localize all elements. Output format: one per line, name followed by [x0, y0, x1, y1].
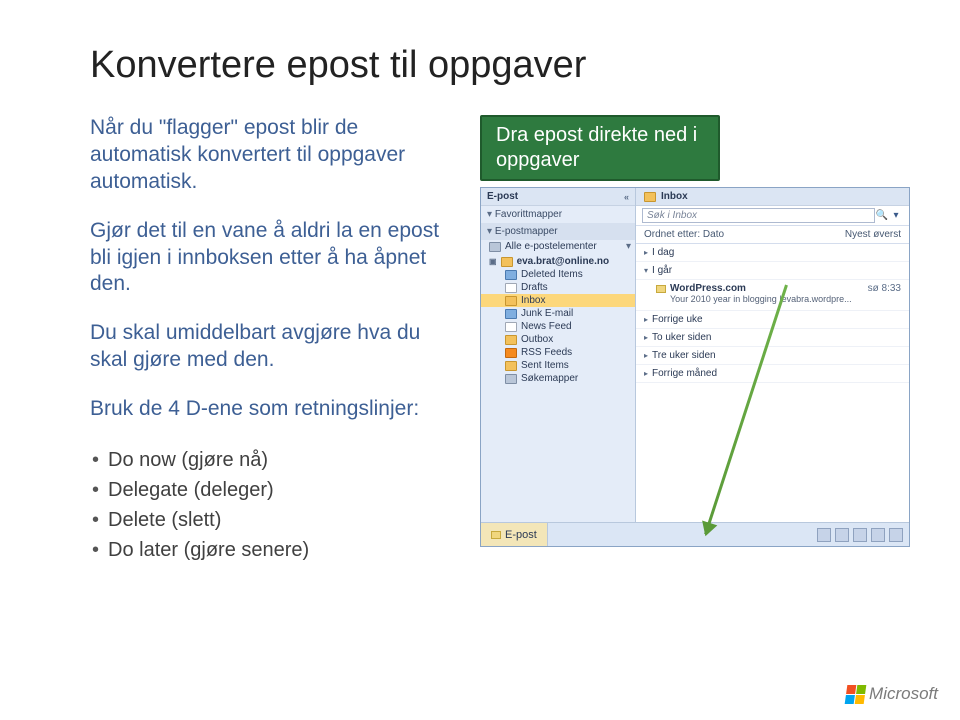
- paragraph-2: Gjør det til en vane å aldri la en epost…: [90, 218, 450, 299]
- outlook-message-list: Inbox Søk i Inbox 🔍 ▾ Ordnet etter: Dato…: [636, 188, 909, 522]
- slide-title: Konvertere epost til oppgaver: [90, 44, 910, 87]
- folder-icon: [501, 257, 513, 267]
- group-last-month[interactable]: ▸Forrige måned: [636, 365, 909, 383]
- footer-nav-icon[interactable]: [853, 528, 867, 542]
- group-yesterday[interactable]: ▾I går: [636, 262, 909, 280]
- paragraph-3: Du skal umiddelbart avgjøre hva du skal …: [90, 320, 450, 374]
- paragraph-4: Bruk de 4 D-ene som retningslinjer:: [90, 396, 450, 423]
- message-time: sø 8:33: [868, 283, 901, 294]
- bullet-delete: Delete (slett): [90, 505, 450, 535]
- message-item[interactable]: WordPress.com sø 8:33 Your 2010 year in …: [636, 280, 909, 311]
- all-items-row[interactable]: Alle e-postelementer ▾: [481, 240, 635, 253]
- content-row: Når du "flagger" epost blir de automatis…: [90, 115, 910, 565]
- sort-by-label: Ordnet etter: Dato: [644, 229, 724, 240]
- folder-rss[interactable]: RSS Feeds: [481, 346, 635, 359]
- microsoft-wordmark: Microsoft: [869, 684, 938, 704]
- group-today[interactable]: ▸I dag: [636, 244, 909, 262]
- sort-row[interactable]: Ordnet etter: Dato Nyest øverst: [636, 226, 909, 244]
- junk-icon: [505, 309, 517, 319]
- folder-news[interactable]: News Feed: [481, 320, 635, 333]
- collapse-icon[interactable]: «: [624, 192, 629, 202]
- nav-header-label: E-post: [487, 191, 518, 202]
- rss-icon: [505, 348, 517, 358]
- footer-nav-icon[interactable]: [871, 528, 885, 542]
- bullet-delegate: Delegate (deleger): [90, 475, 450, 505]
- outlook-nav-pane: E-post « ▾ Favorittmapper ▾ E-postmapper…: [481, 188, 636, 522]
- folder-account[interactable]: ▣ eva.brat@online.no: [481, 255, 635, 268]
- folder-icon: [489, 242, 501, 252]
- group-three-weeks[interactable]: ▸Tre uker siden: [636, 347, 909, 365]
- footer-nav-icon[interactable]: [817, 528, 831, 542]
- folder-inbox[interactable]: Inbox: [481, 294, 635, 307]
- search-icon[interactable]: 🔍: [875, 210, 889, 221]
- bullet-list: Do now (gjøre nå) Delegate (deleger) Del…: [90, 445, 450, 565]
- outlook-screenshot: E-post « ▾ Favorittmapper ▾ E-postmapper…: [480, 187, 910, 547]
- folder-sent[interactable]: Sent Items: [481, 359, 635, 372]
- sent-icon: [505, 361, 517, 371]
- nav-header-epost[interactable]: E-post «: [481, 188, 635, 206]
- footer-nav-icon[interactable]: [889, 528, 903, 542]
- fav-folders-label[interactable]: ▾ Favorittmapper: [481, 206, 635, 223]
- outlook-footer: E-post: [481, 522, 909, 546]
- inbox-icon: [505, 296, 517, 306]
- folder-outbox[interactable]: Outbox: [481, 333, 635, 346]
- mail-icon: [656, 285, 666, 293]
- bullet-do-later: Do later (gjøre senere): [90, 535, 450, 565]
- sort-order-label: Nyest øverst: [845, 229, 901, 240]
- mail-folders-label[interactable]: ▾ E-postmapper: [481, 223, 635, 240]
- bullet-do-now: Do now (gjøre nå): [90, 445, 450, 475]
- footer-nav-icon[interactable]: [835, 528, 849, 542]
- right-column: Dra epost direkte ned i oppgaver E-post …: [480, 115, 910, 565]
- folder-junk[interactable]: Junk E-mail: [481, 307, 635, 320]
- footer-icons: [817, 528, 909, 542]
- drafts-icon: [505, 283, 517, 293]
- inbox-header: Inbox: [636, 188, 909, 206]
- folder-tree: ▣ eva.brat@online.no Deleted Items Draft…: [481, 253, 635, 389]
- trash-icon: [505, 270, 517, 280]
- callout-box: Dra epost direkte ned i oppgaver: [480, 115, 720, 181]
- folder-deleted[interactable]: Deleted Items: [481, 268, 635, 281]
- search-row: Søk i Inbox 🔍 ▾: [636, 206, 909, 226]
- folder-search[interactable]: Søkemapper: [481, 372, 635, 385]
- news-icon: [505, 322, 517, 332]
- folder-drafts[interactable]: Drafts: [481, 281, 635, 294]
- outbox-icon: [505, 335, 517, 345]
- folder-icon: [644, 192, 656, 202]
- microsoft-logo: Microsoft: [846, 684, 938, 704]
- mail-icon: [491, 531, 501, 539]
- footer-tab-epost[interactable]: E-post: [481, 523, 548, 546]
- paragraph-1: Når du "flagger" epost blir de automatis…: [90, 115, 450, 196]
- search-folder-icon: [505, 374, 517, 384]
- search-dropdown-icon[interactable]: ▾: [889, 210, 903, 221]
- microsoft-flag-icon: [845, 685, 867, 704]
- left-column: Når du "flagger" epost blir de automatis…: [90, 115, 450, 565]
- search-input[interactable]: Søk i Inbox: [642, 208, 875, 223]
